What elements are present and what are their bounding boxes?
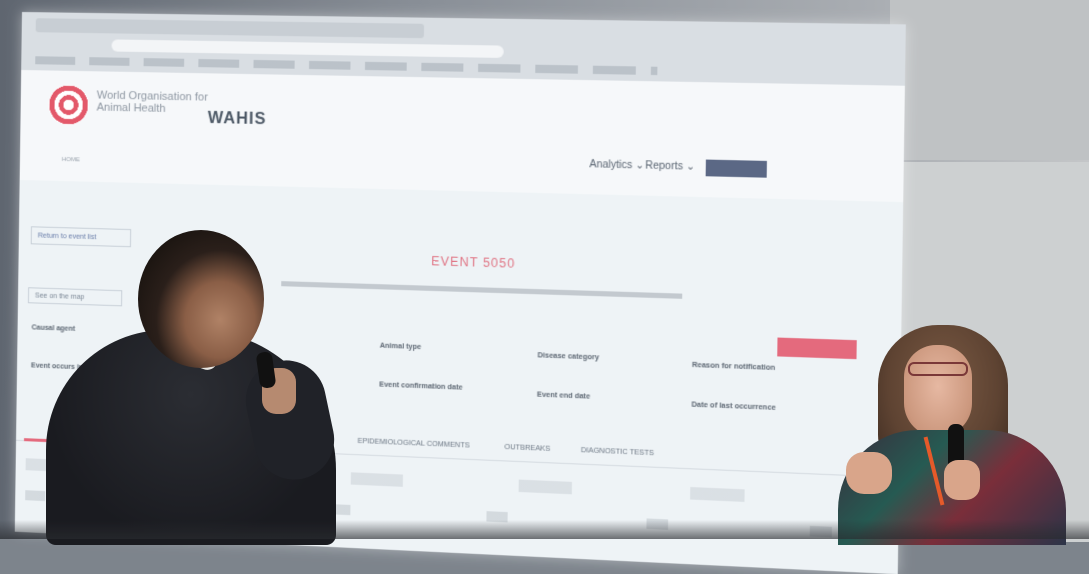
breadcrumb[interactable]: HOME [62, 157, 80, 163]
field-causal-agent: Causal agent [31, 324, 75, 333]
app-title: WAHIS [208, 110, 267, 129]
foreground-shadow [0, 520, 1089, 539]
action-button[interactable] [777, 338, 857, 360]
speaker-woman-face [904, 345, 972, 437]
header-button[interactable] [706, 160, 767, 178]
tab-diagnostic-tests[interactable]: DIAGNOSTIC TESTS [581, 447, 654, 457]
speaker-woman-hand-right [944, 460, 980, 500]
presenter-man-head [138, 230, 264, 368]
field-reason: Reason for notification [692, 362, 775, 372]
event-subtitle [281, 280, 726, 301]
speaker-woman-hand-left [846, 452, 892, 494]
nav-reports[interactable]: Reports ⌄ [645, 160, 695, 173]
field-last-occurrence: Date of last occurrence [691, 401, 775, 412]
event-title: EVENT 5050 [431, 254, 515, 271]
field-confirmation-date: Event confirmation date [379, 381, 463, 391]
org-name: World Organisation for Animal Health [97, 89, 209, 115]
back-button[interactable]: Return to event list [31, 226, 131, 247]
address-bar[interactable] [111, 39, 503, 58]
field-event-end-date: Event end date [537, 391, 590, 400]
tab-epidemiological-comments[interactable]: EPIDEMIOLOGICAL COMMENTS [358, 438, 470, 450]
wall-panel-upper [890, 0, 1089, 160]
tab-outbreaks[interactable]: OUTBREAKS [504, 444, 550, 453]
glasses-icon [908, 362, 968, 376]
field-animal-type: Animal type [380, 343, 422, 352]
nav-analytics[interactable]: Analytics ⌄ [589, 159, 644, 172]
see-on-map-button[interactable]: See on the map [28, 287, 122, 306]
browser-tabs[interactable] [36, 18, 424, 38]
field-disease-category: Disease category [537, 352, 599, 361]
